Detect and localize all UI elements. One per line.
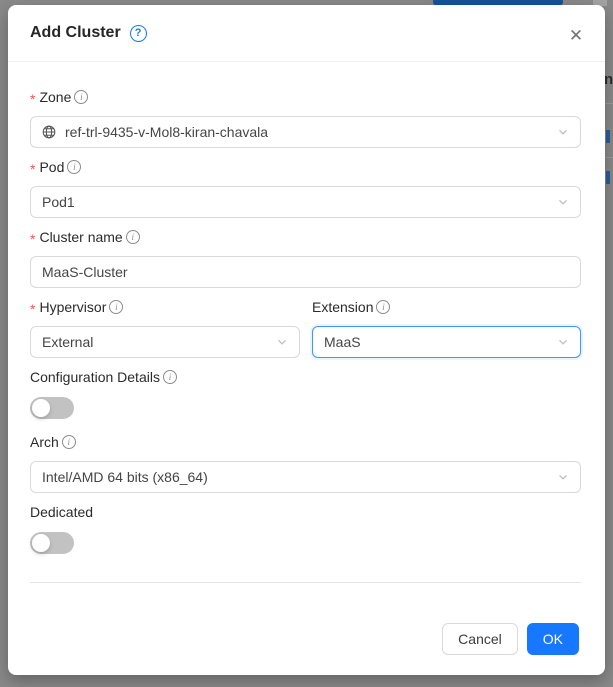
cluster-name-label-text: Cluster name bbox=[39, 226, 122, 248]
hypervisor-select[interactable]: External bbox=[30, 326, 300, 358]
toggle-knob bbox=[32, 399, 50, 417]
extension-label-text: Extension bbox=[312, 296, 373, 318]
extension-label: Extension i bbox=[312, 296, 581, 318]
page: n Add Cluster ? ✕ * Zone i bbox=[0, 0, 613, 687]
close-icon[interactable]: ✕ bbox=[566, 26, 586, 46]
hypervisor-label: * Hypervisor i bbox=[30, 296, 300, 318]
background-link-fragment bbox=[606, 171, 610, 184]
zone-select[interactable]: ref-trl-9435-v-Mol8-kiran-chavala bbox=[30, 116, 581, 148]
cancel-button[interactable]: Cancel bbox=[442, 623, 518, 655]
arch-select-value: Intel/AMD 64 bits (x86_64) bbox=[42, 469, 208, 485]
arch-label: Arch i bbox=[30, 431, 581, 453]
form-item-configuration-details: Configuration Details i bbox=[30, 366, 581, 419]
info-icon[interactable]: i bbox=[109, 300, 123, 314]
pod-label: * Pod i bbox=[30, 156, 581, 178]
hypervisor-select-value: External bbox=[42, 334, 93, 350]
arch-label-text: Arch bbox=[30, 431, 59, 453]
info-icon[interactable]: i bbox=[126, 230, 140, 244]
background-link-fragment bbox=[606, 130, 610, 143]
chevron-down-icon bbox=[557, 336, 569, 348]
extension-select[interactable]: MaaS bbox=[312, 326, 581, 358]
modal-footer: Cancel OK bbox=[442, 623, 579, 655]
modal-title: Add Cluster ? bbox=[30, 24, 147, 42]
configuration-details-toggle[interactable] bbox=[30, 397, 74, 419]
form-row-hypervisor-extension: * Hypervisor i External Extension i bbox=[30, 296, 581, 358]
toggle-knob bbox=[32, 534, 50, 552]
info-icon[interactable]: i bbox=[62, 435, 76, 449]
required-mark: * bbox=[30, 162, 35, 176]
dedicated-label: Dedicated bbox=[30, 501, 581, 523]
modal-body: * Zone i ref-trl-9435-v-Mol8-kiran-chava… bbox=[8, 62, 605, 583]
chevron-down-icon bbox=[557, 126, 569, 138]
form-item-arch: Arch i Intel/AMD 64 bits (x86_64) bbox=[30, 431, 581, 493]
cluster-name-label: * Cluster name i bbox=[30, 226, 581, 248]
zone-label: * Zone i bbox=[30, 86, 581, 108]
help-icon[interactable]: ? bbox=[130, 25, 147, 42]
hypervisor-label-text: Hypervisor bbox=[39, 296, 106, 318]
form-item-hypervisor: * Hypervisor i External bbox=[30, 296, 300, 358]
info-icon[interactable]: i bbox=[376, 300, 390, 314]
pod-label-text: Pod bbox=[39, 156, 64, 178]
footer-divider bbox=[30, 582, 581, 583]
form-item-zone: * Zone i ref-trl-9435-v-Mol8-kiran-chava… bbox=[30, 86, 581, 148]
globe-icon bbox=[42, 125, 56, 139]
form-item-extension: Extension i MaaS bbox=[312, 296, 581, 358]
cluster-name-input[interactable] bbox=[30, 256, 581, 288]
pod-select-value: Pod1 bbox=[42, 194, 75, 210]
background-clipped-text: n bbox=[604, 71, 613, 89]
info-icon[interactable]: i bbox=[67, 160, 81, 174]
chevron-down-icon bbox=[557, 471, 569, 483]
zone-label-text: Zone bbox=[39, 86, 71, 108]
info-icon[interactable]: i bbox=[74, 90, 88, 104]
form-item-cluster-name: * Cluster name i bbox=[30, 226, 581, 288]
required-mark: * bbox=[30, 92, 35, 106]
chevron-down-icon bbox=[557, 196, 569, 208]
arch-select[interactable]: Intel/AMD 64 bits (x86_64) bbox=[30, 461, 581, 493]
background-table-row-line bbox=[605, 103, 613, 104]
extension-select-value: MaaS bbox=[324, 334, 361, 350]
info-icon[interactable]: i bbox=[163, 370, 177, 384]
modal-header: Add Cluster ? ✕ bbox=[8, 5, 605, 62]
dedicated-toggle[interactable] bbox=[30, 532, 74, 554]
configuration-details-label-text: Configuration Details bbox=[30, 366, 160, 388]
chevron-down-icon bbox=[276, 336, 288, 348]
zone-select-value: ref-trl-9435-v-Mol8-kiran-chavala bbox=[65, 124, 268, 140]
required-mark: * bbox=[30, 232, 35, 246]
background-table-row-line bbox=[605, 157, 613, 158]
configuration-details-label: Configuration Details i bbox=[30, 366, 581, 388]
dedicated-label-text: Dedicated bbox=[30, 501, 93, 523]
form-item-pod: * Pod i Pod1 bbox=[30, 156, 581, 218]
required-mark: * bbox=[30, 302, 35, 316]
pod-select[interactable]: Pod1 bbox=[30, 186, 581, 218]
add-cluster-modal: Add Cluster ? ✕ * Zone i bbox=[8, 5, 605, 675]
ok-button[interactable]: OK bbox=[527, 623, 579, 655]
modal-title-text: Add Cluster bbox=[30, 24, 121, 42]
form-item-dedicated: Dedicated bbox=[30, 501, 581, 554]
